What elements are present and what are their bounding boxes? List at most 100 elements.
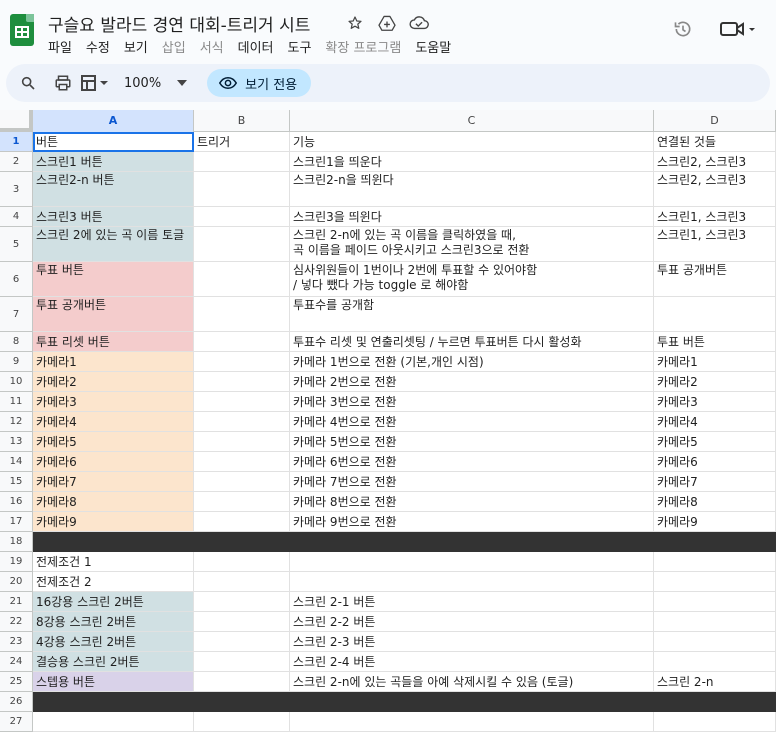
row-number[interactable]: 12 xyxy=(0,412,33,432)
cell-d22[interactable] xyxy=(654,612,776,632)
cell-b14[interactable] xyxy=(194,452,290,472)
cell-c2[interactable]: 스크린1을 띄운다 xyxy=(290,152,654,172)
cell-d6[interactable]: 투표 공개버튼 xyxy=(654,262,776,297)
cell-c8[interactable]: 투표수 리셋 및 연출리셋팅 / 누르면 투표버튼 다시 활성화 xyxy=(290,332,654,352)
select-all-corner[interactable] xyxy=(0,110,33,132)
cell-c10[interactable]: 카메라 2번으로 전환 xyxy=(290,372,654,392)
cell-a17[interactable]: 카메라9 xyxy=(33,512,194,532)
row-number[interactable]: 19 xyxy=(0,552,33,572)
cell-c26[interactable] xyxy=(290,692,654,712)
row-number[interactable]: 3 xyxy=(0,172,33,207)
row-number[interactable]: 11 xyxy=(0,392,33,412)
cell-d20[interactable] xyxy=(654,572,776,592)
cell-d2[interactable]: 스크린2, 스크린3 xyxy=(654,152,776,172)
row-number[interactable]: 7 xyxy=(0,297,33,332)
row-number[interactable]: 1 xyxy=(0,132,33,152)
cell-d10[interactable]: 카메라2 xyxy=(654,372,776,392)
row-number[interactable]: 20 xyxy=(0,572,33,592)
cell-a15[interactable]: 카메라7 xyxy=(33,472,194,492)
cell-b17[interactable] xyxy=(194,512,290,532)
cell-c19[interactable] xyxy=(290,552,654,572)
row-number[interactable]: 16 xyxy=(0,492,33,512)
cell-b27[interactable] xyxy=(194,712,290,732)
cell-a24[interactable]: 결승용 스크린 2버튼 xyxy=(33,652,194,672)
menu-item[interactable]: 보기 xyxy=(124,37,148,56)
menu-item[interactable]: 파일 xyxy=(48,37,72,56)
cell-d11[interactable]: 카메라3 xyxy=(654,392,776,412)
cell-d7[interactable] xyxy=(654,297,776,332)
cell-a7[interactable]: 투표 공개버튼 xyxy=(33,297,194,332)
cell-d3[interactable]: 스크린2, 스크린3 xyxy=(654,172,776,207)
cell-b4[interactable] xyxy=(194,207,290,227)
column-header-c[interactable]: C xyxy=(290,110,654,132)
menu-item[interactable]: 수정 xyxy=(86,37,110,56)
search-icon[interactable] xyxy=(20,69,36,97)
cell-d12[interactable]: 카메라4 xyxy=(654,412,776,432)
cell-a27[interactable] xyxy=(33,712,194,732)
row-number[interactable]: 8 xyxy=(0,332,33,352)
cell-b24[interactable] xyxy=(194,652,290,672)
cell-d4[interactable]: 스크린1, 스크린3 xyxy=(654,207,776,227)
cell-c20[interactable] xyxy=(290,572,654,592)
row-number[interactable]: 27 xyxy=(0,712,33,732)
cell-c17[interactable]: 카메라 9번으로 전환 xyxy=(290,512,654,532)
cell-a26[interactable] xyxy=(33,692,194,712)
menu-item[interactable]: 도움말 xyxy=(415,37,451,56)
cell-a14[interactable]: 카메라6 xyxy=(33,452,194,472)
cell-b26[interactable] xyxy=(194,692,290,712)
cell-d24[interactable] xyxy=(654,652,776,672)
star-icon[interactable] xyxy=(344,12,366,34)
cell-a18[interactable] xyxy=(33,532,194,552)
cell-b5[interactable] xyxy=(194,227,290,262)
row-number[interactable]: 22 xyxy=(0,612,33,632)
cell-a11[interactable]: 카메라3 xyxy=(33,392,194,412)
cloud-status-icon[interactable] xyxy=(408,12,430,34)
cell-a2[interactable]: 스크린1 버튼 xyxy=(33,152,194,172)
cell-a8[interactable]: 투표 리셋 버튼 xyxy=(33,332,194,352)
cell-d23[interactable] xyxy=(654,632,776,652)
cell-b8[interactable] xyxy=(194,332,290,352)
document-title[interactable]: 구슬요 발라드 경연 대회-트리거 시트 xyxy=(48,11,310,36)
cell-c12[interactable]: 카메라 4번으로 전환 xyxy=(290,412,654,432)
row-number[interactable]: 5 xyxy=(0,227,33,262)
menu-item[interactable]: 서식 xyxy=(200,37,224,56)
cell-a6[interactable]: 투표 버튼 xyxy=(33,262,194,297)
cell-a12[interactable]: 카메라4 xyxy=(33,412,194,432)
row-number[interactable]: 9 xyxy=(0,352,33,372)
cell-a21[interactable]: 16강용 스크린 2버튼 xyxy=(33,592,194,612)
cell-d14[interactable]: 카메라6 xyxy=(654,452,776,472)
row-number[interactable]: 4 xyxy=(0,207,33,227)
column-header-b[interactable]: B xyxy=(194,110,290,132)
view-only-button[interactable]: 보기 전용 xyxy=(207,69,312,97)
cell-c24[interactable]: 스크린 2-4 버튼 xyxy=(290,652,654,672)
cell-a20[interactable]: 전제조건 2 xyxy=(33,572,194,592)
cell-b15[interactable] xyxy=(194,472,290,492)
cell-c14[interactable]: 카메라 6번으로 전환 xyxy=(290,452,654,472)
cell-a23[interactable]: 4강용 스크린 2버튼 xyxy=(33,632,194,652)
cell-b19[interactable] xyxy=(194,552,290,572)
column-header-a[interactable]: A xyxy=(33,110,194,132)
row-number[interactable]: 6 xyxy=(0,262,33,297)
cell-c25[interactable]: 스크린 2-n에 있는 곡들을 아예 삭제시킬 수 있음 (토글) xyxy=(290,672,654,692)
menu-item[interactable]: 확장 프로그램 xyxy=(325,37,401,56)
sheet-grid[interactable]: ABCD 1 버튼 트리거 기능 연결된 것들 2 스크린1 버튼 스크린1을 띄운다 스크린2… xyxy=(0,110,776,738)
cell-b20[interactable] xyxy=(194,572,290,592)
cell-c21[interactable]: 스크린 2-1 버튼 xyxy=(290,592,654,612)
row-number[interactable]: 25 xyxy=(0,672,33,692)
row-number[interactable]: 10 xyxy=(0,372,33,392)
cell-c22[interactable]: 스크린 2-2 버튼 xyxy=(290,612,654,632)
cell-b21[interactable] xyxy=(194,592,290,612)
cell-b9[interactable] xyxy=(194,352,290,372)
cell-d9[interactable]: 카메라1 xyxy=(654,352,776,372)
cell-d13[interactable]: 카메라5 xyxy=(654,432,776,452)
cell-c18[interactable] xyxy=(290,532,654,552)
cell-c7[interactable]: 투표수를 공개함 xyxy=(290,297,654,332)
cell-c13[interactable]: 카메라 5번으로 전환 xyxy=(290,432,654,452)
cell-a9[interactable]: 카메라1 xyxy=(33,352,194,372)
cell-b13[interactable] xyxy=(194,432,290,452)
cell-b12[interactable] xyxy=(194,412,290,432)
cell-c27[interactable] xyxy=(290,712,654,732)
cell-c3[interactable]: 스크린2-n을 띄윈다 xyxy=(290,172,654,207)
cell-c4[interactable]: 스크린3을 띄윈다 xyxy=(290,207,654,227)
menu-item[interactable]: 도구 xyxy=(288,37,312,56)
